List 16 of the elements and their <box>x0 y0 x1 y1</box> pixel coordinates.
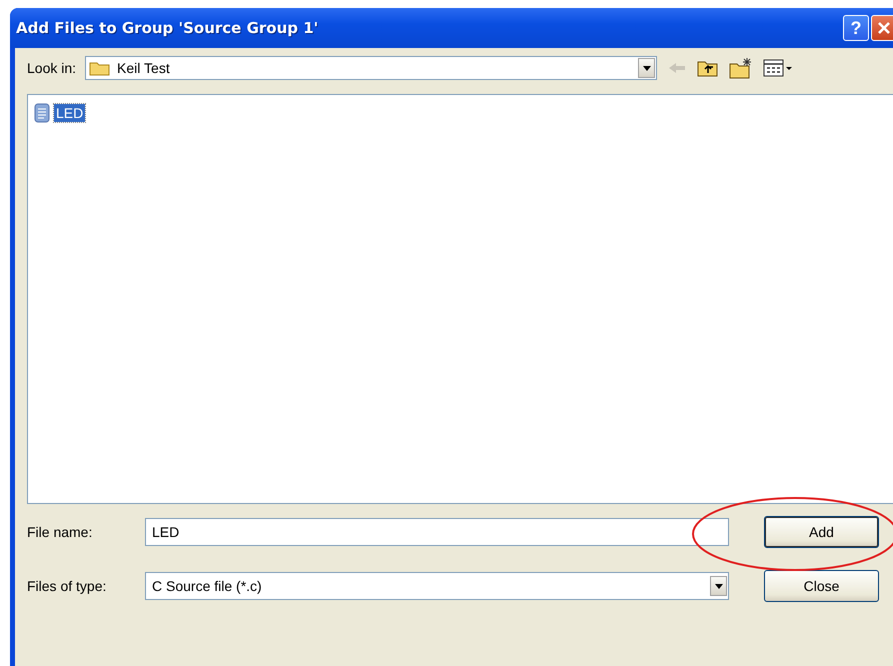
look-in-label: Look in: <box>27 60 76 76</box>
close-button[interactable] <box>871 15 893 41</box>
file-type-dropdown[interactable]: C Source file (*.c) <box>145 572 729 600</box>
view-menu-icon[interactable] <box>763 59 794 77</box>
file-name-label: File name: <box>27 524 94 540</box>
project-file-icon <box>34 103 50 123</box>
help-button[interactable]: ? <box>843 15 869 41</box>
window-title: Add Files to Group 'Source Group 1' <box>16 19 320 37</box>
folder-icon <box>89 60 112 76</box>
dialog-button[interactable]: Close <box>764 570 879 602</box>
file-name-field[interactable]: LED <box>145 518 729 546</box>
look-in-dropdown[interactable]: Keil Test <box>85 56 658 80</box>
file-type-label: Files of type: <box>27 578 108 594</box>
new-folder-icon[interactable] <box>729 57 754 79</box>
close-icon[interactable] <box>877 21 891 35</box>
dialog-button[interactable]: Add <box>764 516 879 548</box>
